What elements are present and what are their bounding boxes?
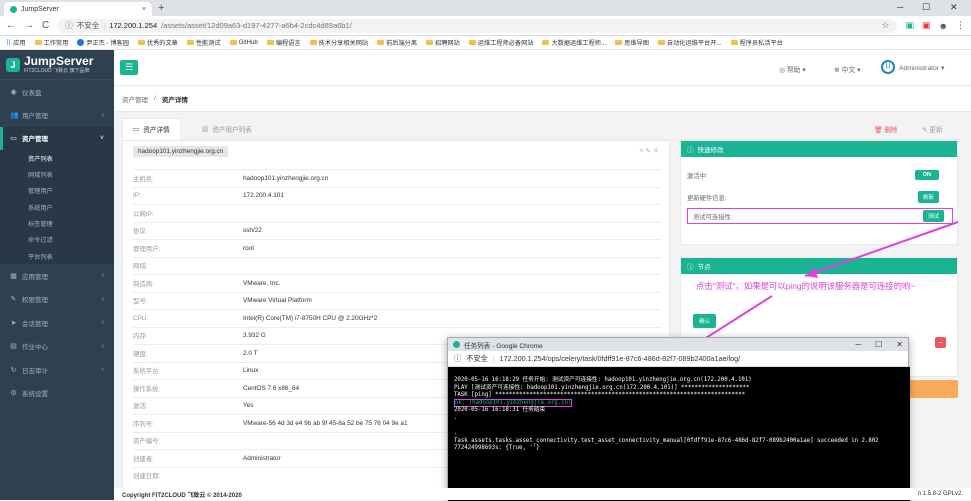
log-line: 2020-05-16 16:18:31 任务结束 bbox=[454, 407, 546, 414]
log-ok-line: ok: [hadoop101.yinzhengjie.org.cn] bbox=[454, 398, 573, 407]
log-line: PLAY [测试资产可连接性: hadoop101.yinzhengjie.or… bbox=[454, 384, 750, 391]
popup-title: 任务列表 - Google Chrome bbox=[464, 342, 543, 350]
task-log-popup-window: 任务列表 - Google Chrome ─ ☐ ✕ ⓘ 不安全 | 172.200.1.2… bbox=[447, 337, 910, 501]
annotation-arrowhead-note bbox=[805, 268, 818, 278]
copyright: Copyright FIT2CLOUD 飞致云 © 2014-2020 bbox=[122, 492, 242, 499]
footer: Copyright FIT2CLOUD 飞致云 © 2014-2020 n 1.5… bbox=[114, 488, 971, 500]
log-line: 2020-05-16 16:18:29 任务开始: 测试资产可连接性: hado… bbox=[454, 377, 752, 383]
log-line: . bbox=[454, 430, 458, 437]
minimize-icon[interactable]: ─ bbox=[855, 340, 861, 349]
log-line: 772424998693s: {True, ''} bbox=[454, 445, 540, 452]
annotation-arrow-to-note bbox=[804, 221, 959, 277]
jumpserver-favicon-icon bbox=[453, 341, 460, 348]
popup-url: 172.200.1.254/ops/celery/task/0fdff91e-8… bbox=[499, 354, 741, 363]
close-icon[interactable]: ✕ bbox=[896, 340, 903, 349]
insecure-icon: ⓘ bbox=[454, 353, 462, 363]
insecure-label: 不安全 bbox=[466, 353, 488, 363]
task-log-terminal: 2020-05-16 16:18:29 任务开始: 测试资产可连接性: hado… bbox=[448, 367, 910, 501]
popup-titlebar: 任务列表 - Google Chrome ─ ☐ ✕ bbox=[448, 338, 908, 351]
log-line: Task assets.tasks.asset_connectivity.tes… bbox=[454, 437, 879, 444]
maximize-icon[interactable]: ☐ bbox=[875, 340, 882, 349]
version: n 1.5.8-2 GPLv2. bbox=[917, 491, 963, 497]
log-line: . bbox=[454, 414, 458, 421]
popup-address-bar[interactable]: ⓘ 不安全 | 172.200.1.254/ops/celery/task/0fdff… bbox=[448, 351, 908, 367]
